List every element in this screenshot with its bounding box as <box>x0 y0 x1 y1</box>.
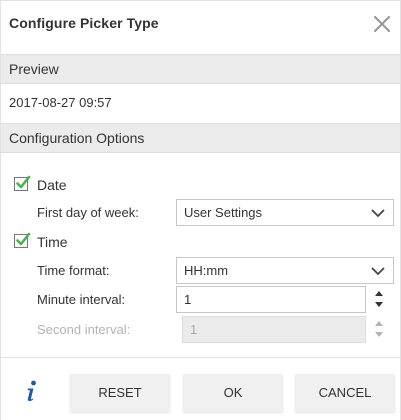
time-checkbox[interactable]: Time <box>14 232 94 252</box>
minute-interval-value: 1 <box>184 292 192 307</box>
spin-down-icon <box>375 332 383 337</box>
dialog-footer: RESET OK CANCEL <box>1 357 400 420</box>
chevron-down-icon <box>371 209 385 218</box>
minute-interval-input[interactable]: 1 <box>176 286 366 313</box>
reset-button-label: RESET <box>98 385 142 400</box>
chevron-down-icon <box>371 267 385 276</box>
checkmark-icon <box>16 232 31 246</box>
time-format-value: HH:mm <box>184 263 229 278</box>
preview-section-header: Preview <box>1 54 400 84</box>
second-interval-stepper: 1 <box>176 316 394 343</box>
second-interval-label: Second interval: <box>37 322 131 337</box>
ok-button-label: OK <box>223 385 243 400</box>
minute-interval-arrows <box>372 288 386 312</box>
reset-button[interactable]: RESET <box>70 374 170 412</box>
first-day-select[interactable]: User Settings <box>176 199 394 226</box>
second-interval-arrows <box>372 318 386 342</box>
time-format-select[interactable]: HH:mm <box>176 257 394 284</box>
preview-header-label: Preview <box>9 61 59 77</box>
minute-interval-stepper[interactable]: 1 <box>176 286 394 313</box>
ok-button[interactable]: OK <box>183 374 283 412</box>
date-checkbox[interactable]: Date <box>14 175 94 195</box>
close-icon[interactable] <box>370 12 394 36</box>
config-section-header: Configuration Options <box>1 123 400 153</box>
spin-up-icon <box>375 321 383 326</box>
info-icon[interactable] <box>23 380 39 407</box>
date-checkbox-label: Date <box>37 177 67 193</box>
dialog-titlebar: Configure Picker Type <box>1 1 400 49</box>
minute-interval-label: Minute interval: <box>37 292 126 307</box>
preview-value: 2017-08-27 09:57 <box>9 95 112 110</box>
spin-up-icon[interactable] <box>372 288 386 298</box>
first-day-label: First day of week: <box>37 205 139 220</box>
date-checkbox-box[interactable] <box>14 175 31 191</box>
config-header-label: Configuration Options <box>9 130 145 146</box>
configure-picker-dialog: Configure Picker Type Preview 2017-08-27… <box>0 0 401 420</box>
time-checkbox-box[interactable] <box>14 232 31 248</box>
second-interval-value: 1 <box>190 322 198 337</box>
spin-down-icon[interactable] <box>372 300 386 310</box>
first-day-value: User Settings <box>184 205 263 220</box>
cancel-button[interactable]: CANCEL <box>295 374 395 412</box>
dialog-title: Configure Picker Type <box>9 15 159 31</box>
cancel-button-label: CANCEL <box>318 385 372 400</box>
checkmark-icon <box>16 175 31 189</box>
time-checkbox-label: Time <box>37 234 68 250</box>
second-interval-input: 1 <box>182 316 366 343</box>
time-format-label: Time format: <box>37 263 110 278</box>
